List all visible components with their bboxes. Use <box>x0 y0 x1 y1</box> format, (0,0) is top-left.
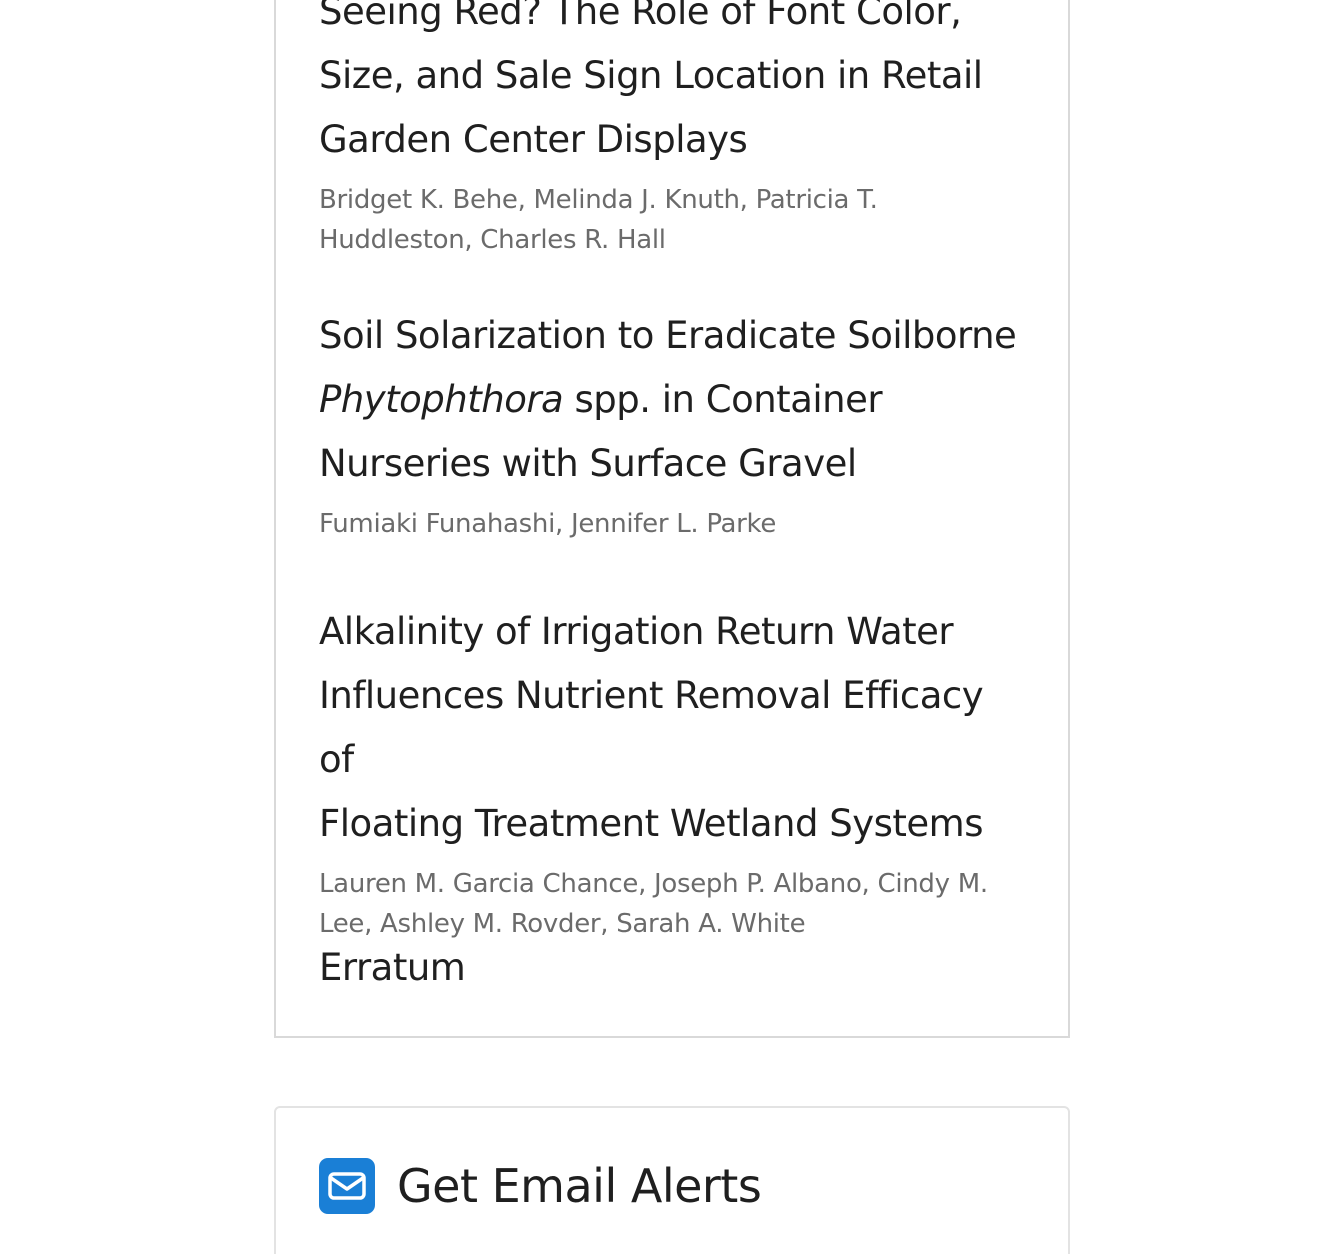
article-authors: Bridget K. Behe, Melinda J. Knuth, Patri… <box>319 185 878 255</box>
articles-list-card: Seeing Red? The Role of Font Color, Size… <box>274 0 1070 1038</box>
article-title-line: Garden Center Displays <box>319 118 748 161</box>
article-title-link[interactable]: Seeing Red? The Role of Font Color, Size… <box>319 0 1029 172</box>
article-title-link[interactable]: Soil Solarization to Eradicate Soilborne… <box>319 304 1029 496</box>
article-title-line: Floating Treatment Wetland Systems <box>319 802 983 845</box>
article-title-link[interactable]: Alkalinity of Irrigation Return Water In… <box>319 600 1029 856</box>
page: Seeing Red? The Role of Font Color, Size… <box>0 0 1324 1254</box>
article-authors: Lauren M. Garcia Chance, Joseph P. Alban… <box>319 869 988 939</box>
article-title-line: Size, and Sale Sign Location in Retail <box>319 54 983 97</box>
article-title-text: spp. in Container <box>563 378 883 421</box>
article-title-line: Influences Nutrient Removal Efficacy of <box>319 674 984 781</box>
article-title-line: Seeing Red? The Role of Font Color, <box>319 0 962 33</box>
article-title-line: Alkalinity of Irrigation Return Water <box>319 610 954 653</box>
envelope-icon <box>319 1158 375 1214</box>
article-item: Soil Solarization to Eradicate Soilborne… <box>319 304 1029 544</box>
erratum-link[interactable]: Erratum <box>319 936 1029 1000</box>
article-title-line: Soil Solarization to Eradicate Soilborne <box>319 314 1017 357</box>
article-item: Erratum <box>319 936 1029 1000</box>
email-alerts-header[interactable]: Get Email Alerts <box>319 1156 762 1216</box>
article-title-line: Phytophthora spp. in Container <box>319 368 1029 432</box>
species-name-italic: Phytophthora <box>319 378 564 421</box>
article-item: Seeing Red? The Role of Font Color, Size… <box>319 0 1029 260</box>
article-item: Alkalinity of Irrigation Return Water In… <box>319 600 1029 944</box>
email-alerts-card: Get Email Alerts <box>274 1106 1070 1254</box>
article-authors: Fumiaki Funahashi, Jennifer L. Parke <box>319 509 777 539</box>
article-title-line: Nurseries with Surface Gravel <box>319 442 857 485</box>
email-alerts-title: Get Email Alerts <box>397 1159 762 1213</box>
